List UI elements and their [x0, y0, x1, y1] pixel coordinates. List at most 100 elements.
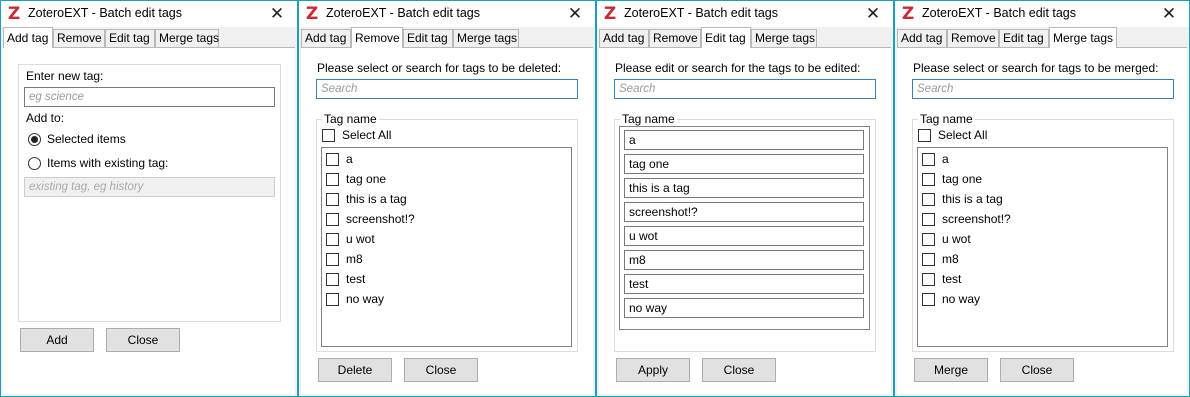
tag-label: test	[942, 272, 962, 286]
title-bar: Z ZoteroEXT - Batch edit tags ✕	[597, 1, 893, 27]
tag-name-group: Tag name Select All a tag one this is a …	[912, 112, 1174, 352]
apply-button[interactable]: Apply	[616, 358, 690, 382]
tag-name-group-title: Tag name	[322, 112, 379, 126]
select-all-label: Select All	[342, 128, 392, 142]
add-to-label: Add to:	[26, 111, 65, 125]
checkbox[interactable]	[922, 173, 935, 186]
checkbox[interactable]	[922, 273, 935, 286]
tab-edit-tag[interactable]: Edit tag	[701, 27, 751, 48]
tag-label: screenshot!?	[942, 212, 1011, 226]
close-window-icon[interactable]: ✕	[1149, 1, 1189, 27]
tab-remove[interactable]: Remove	[649, 29, 701, 48]
tag-edit-field[interactable]: test	[624, 274, 864, 294]
checkbox[interactable]	[326, 273, 339, 286]
tag-edit-field[interactable]: tag one	[624, 154, 864, 174]
close-button[interactable]: Close	[106, 328, 180, 352]
tab-add-tag[interactable]: Add tag	[897, 29, 947, 48]
tag-label: tag one	[942, 172, 983, 186]
tag-label: u wot	[346, 232, 375, 246]
checkbox[interactable]	[326, 293, 339, 306]
remove-prompt: Please select or search for tags to be d…	[317, 61, 562, 75]
selected-items-radio[interactable]	[28, 133, 41, 146]
tab-merge-tags[interactable]: Merge tags	[155, 29, 219, 48]
search-input[interactable]: Search	[912, 79, 1174, 99]
checkbox[interactable]	[326, 173, 339, 186]
tab-merge-tags[interactable]: Merge tags	[751, 29, 817, 48]
search-input[interactable]: Search	[316, 79, 578, 99]
tab-remove[interactable]: Remove	[351, 27, 403, 48]
window-remove: Z ZoteroEXT - Batch edit tags ✕ Add tag …	[298, 0, 596, 397]
checkbox[interactable]	[922, 253, 935, 266]
window-title: ZoteroEXT - Batch edit tags	[326, 6, 481, 20]
tab-remove[interactable]: Remove	[947, 29, 999, 48]
merge-panel: Please select or search for tags to be m…	[897, 47, 1187, 394]
checkbox[interactable]	[922, 213, 935, 226]
zotero-logo-icon: Z	[901, 4, 915, 24]
tab-add-tag[interactable]: Add tag	[301, 29, 351, 48]
tab-merge-tags[interactable]: Merge tags	[1049, 27, 1117, 48]
checkbox[interactable]	[922, 153, 935, 166]
tag-list[interactable]: a tag one this is a tag screenshot!? u w…	[917, 147, 1168, 347]
tab-edit-tag[interactable]: Edit tag	[403, 29, 453, 48]
close-button[interactable]: Close	[404, 358, 478, 382]
tag-label: this is a tag	[942, 192, 1003, 206]
add-tag-panel: Enter new tag: eg science Add to: Select…	[3, 47, 295, 394]
checkbox[interactable]	[326, 153, 339, 166]
checkbox[interactable]	[922, 293, 935, 306]
tab-add-tag[interactable]: Add tag	[3, 27, 53, 48]
existing-tag-label[interactable]: Items with existing tag:	[47, 156, 168, 170]
checkbox[interactable]	[322, 129, 335, 142]
zotero-logo-icon: Z	[305, 4, 319, 24]
tab-merge-tags[interactable]: Merge tags	[453, 29, 519, 48]
tag-edit-field[interactable]: this is a tag	[624, 178, 864, 198]
tab-edit-tag[interactable]: Edit tag	[999, 29, 1049, 48]
tag-label: a	[346, 152, 353, 166]
new-tag-input[interactable]: eg science	[24, 87, 275, 107]
title-bar: Z ZoteroEXT - Batch edit tags ✕	[299, 1, 595, 27]
checkbox[interactable]	[326, 193, 339, 206]
tag-name-group: Tag name Select All a tag one this is a …	[316, 112, 578, 352]
tab-remove[interactable]: Remove	[53, 29, 105, 48]
tag-edit-field[interactable]: screenshot!?	[624, 202, 864, 222]
close-button[interactable]: Close	[702, 358, 776, 382]
search-input[interactable]: Search	[614, 79, 876, 99]
checkbox[interactable]	[326, 233, 339, 246]
tag-label: no way	[346, 292, 385, 306]
tag-edit-field[interactable]: no way	[624, 298, 864, 318]
close-window-icon[interactable]: ✕	[257, 1, 297, 27]
close-button[interactable]: Close	[1000, 358, 1074, 382]
close-window-icon[interactable]: ✕	[555, 1, 595, 27]
tag-edit-list[interactable]: a tag one this is a tag screenshot!? u w…	[619, 126, 870, 330]
tag-edit-field[interactable]: a	[624, 130, 864, 150]
add-button[interactable]: Add	[20, 328, 94, 352]
edit-tag-panel: Please edit or search for the tags to be…	[599, 47, 891, 394]
window-edit-tag: Z ZoteroEXT - Batch edit tags ✕ Add tag …	[596, 0, 894, 397]
window-title: ZoteroEXT - Batch edit tags	[922, 6, 1077, 20]
selected-items-label[interactable]: Selected items	[47, 132, 126, 146]
tab-add-tag[interactable]: Add tag	[599, 29, 649, 48]
merge-button[interactable]: Merge	[914, 358, 988, 382]
checkbox[interactable]	[326, 253, 339, 266]
delete-button[interactable]: Delete	[318, 358, 392, 382]
tag-label: u wot	[942, 232, 971, 246]
tag-label: screenshot!?	[346, 212, 415, 226]
window-merge-tags: Z ZoteroEXT - Batch edit tags ✕ Add tag …	[894, 0, 1190, 397]
tag-edit-field[interactable]: u wot	[624, 226, 864, 246]
tag-label: no way	[942, 292, 981, 306]
close-window-icon[interactable]: ✕	[853, 1, 893, 27]
checkbox[interactable]	[326, 213, 339, 226]
window-title: ZoteroEXT - Batch edit tags	[624, 6, 779, 20]
tag-list[interactable]: a tag one this is a tag screenshot!? u w…	[321, 147, 572, 347]
existing-tag-input: existing tag, eg history	[24, 177, 275, 197]
edit-prompt: Please edit or search for the tags to be…	[615, 61, 861, 75]
checkbox[interactable]	[918, 129, 931, 142]
tag-edit-field[interactable]: m8	[624, 250, 864, 270]
add-tag-group: Enter new tag: eg science Add to: Select…	[18, 64, 281, 322]
window-add-tag: Z ZoteroEXT - Batch edit tags ✕ Add tag …	[0, 0, 298, 397]
select-all-label: Select All	[938, 128, 988, 142]
tab-edit-tag[interactable]: Edit tag	[105, 29, 155, 48]
checkbox[interactable]	[922, 193, 935, 206]
checkbox[interactable]	[922, 233, 935, 246]
tag-label: test	[346, 272, 366, 286]
existing-tag-radio[interactable]	[28, 157, 41, 170]
